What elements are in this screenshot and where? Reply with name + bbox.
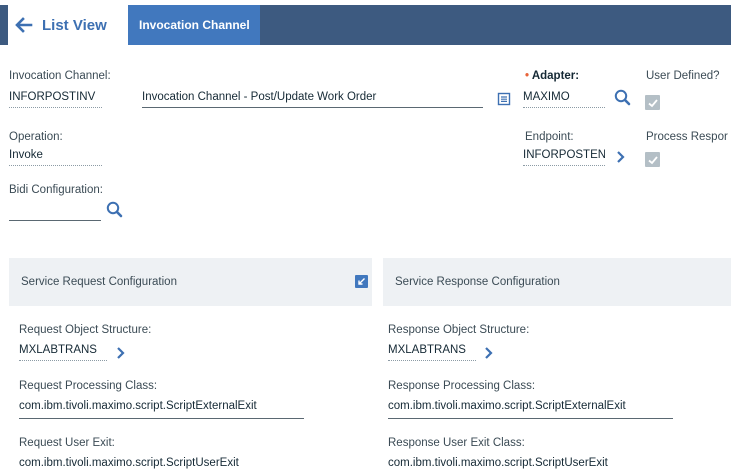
service-response-section-header[interactable]: Service Response Configuration xyxy=(383,258,731,306)
service-request-title: Service Request Configuration xyxy=(21,276,177,288)
invocation-channel-label: Invocation Channel: xyxy=(9,70,111,82)
invocation-channel-description-input[interactable]: Invocation Channel - Post/Update Work Or… xyxy=(142,90,483,108)
adapter-label: • Adapter: xyxy=(525,70,579,82)
arrow-left-icon xyxy=(15,17,33,33)
request-object-chevron-right-icon[interactable] xyxy=(114,346,128,360)
checkmark-icon xyxy=(647,98,658,107)
request-object-structure-label: Request Object Structure: xyxy=(19,324,152,336)
operation-label: Operation: xyxy=(9,131,63,143)
request-processing-class-input[interactable]: com.ibm.tivoli.maximo.script.ScriptExter… xyxy=(19,399,304,419)
request-user-exit-input[interactable]: com.ibm.tivoli.maximo.script.ScriptUserE… xyxy=(19,456,304,471)
adapter-search-icon[interactable] xyxy=(613,88,633,108)
response-processing-class-label: Response Processing Class: xyxy=(388,380,536,392)
invocation-channel-input[interactable]: INFORPOSTINV xyxy=(9,90,102,108)
request-processing-class-label: Request Processing Class: xyxy=(19,380,158,392)
response-processing-class-input[interactable]: com.ibm.tivoli.maximo.script.ScriptExter… xyxy=(388,399,673,419)
list-view-button[interactable]: List View xyxy=(8,5,128,45)
checkmark-icon xyxy=(647,155,658,164)
response-object-chevron-right-icon[interactable] xyxy=(482,346,496,360)
bidi-search-icon[interactable] xyxy=(105,200,125,220)
user-defined-label: User Defined? xyxy=(646,70,720,82)
response-user-exit-label: Response User Exit Class: xyxy=(388,437,525,449)
service-request-section-header[interactable]: Service Request Configuration xyxy=(9,258,372,306)
required-marker: • xyxy=(525,70,530,82)
user-defined-checkbox[interactable] xyxy=(645,95,660,110)
tab-invocation-channel[interactable]: Invocation Channel xyxy=(128,5,260,45)
response-user-exit-input[interactable]: com.ibm.tivoli.maximo.script.ScriptUserE… xyxy=(388,456,673,471)
process-response-label: Process Respor xyxy=(646,131,728,143)
bidi-configuration-label: Bidi Configuration: xyxy=(9,184,103,196)
response-object-structure-input[interactable]: MXLABTRANS xyxy=(388,343,476,361)
adapter-input[interactable]: MAXIMO xyxy=(523,90,605,108)
endpoint-input[interactable]: INFORPOSTENI xyxy=(523,148,605,166)
bidi-configuration-input[interactable] xyxy=(9,203,101,221)
collapse-section-icon[interactable] xyxy=(355,275,368,288)
long-description-icon[interactable] xyxy=(497,92,511,106)
list-view-label: List View xyxy=(42,16,107,34)
operation-input[interactable]: Invoke xyxy=(9,148,102,166)
endpoint-label: Endpoint: xyxy=(525,131,574,143)
request-object-structure-input[interactable]: MXLABTRANS xyxy=(19,343,107,361)
service-response-title: Service Response Configuration xyxy=(395,276,560,288)
request-user-exit-label: Request User Exit: xyxy=(19,437,115,449)
response-object-structure-label: Response Object Structure: xyxy=(388,324,530,336)
process-response-checkbox[interactable] xyxy=(645,152,660,167)
adapter-label-text: Adapter: xyxy=(531,70,580,82)
endpoint-chevron-right-icon[interactable] xyxy=(614,150,628,164)
